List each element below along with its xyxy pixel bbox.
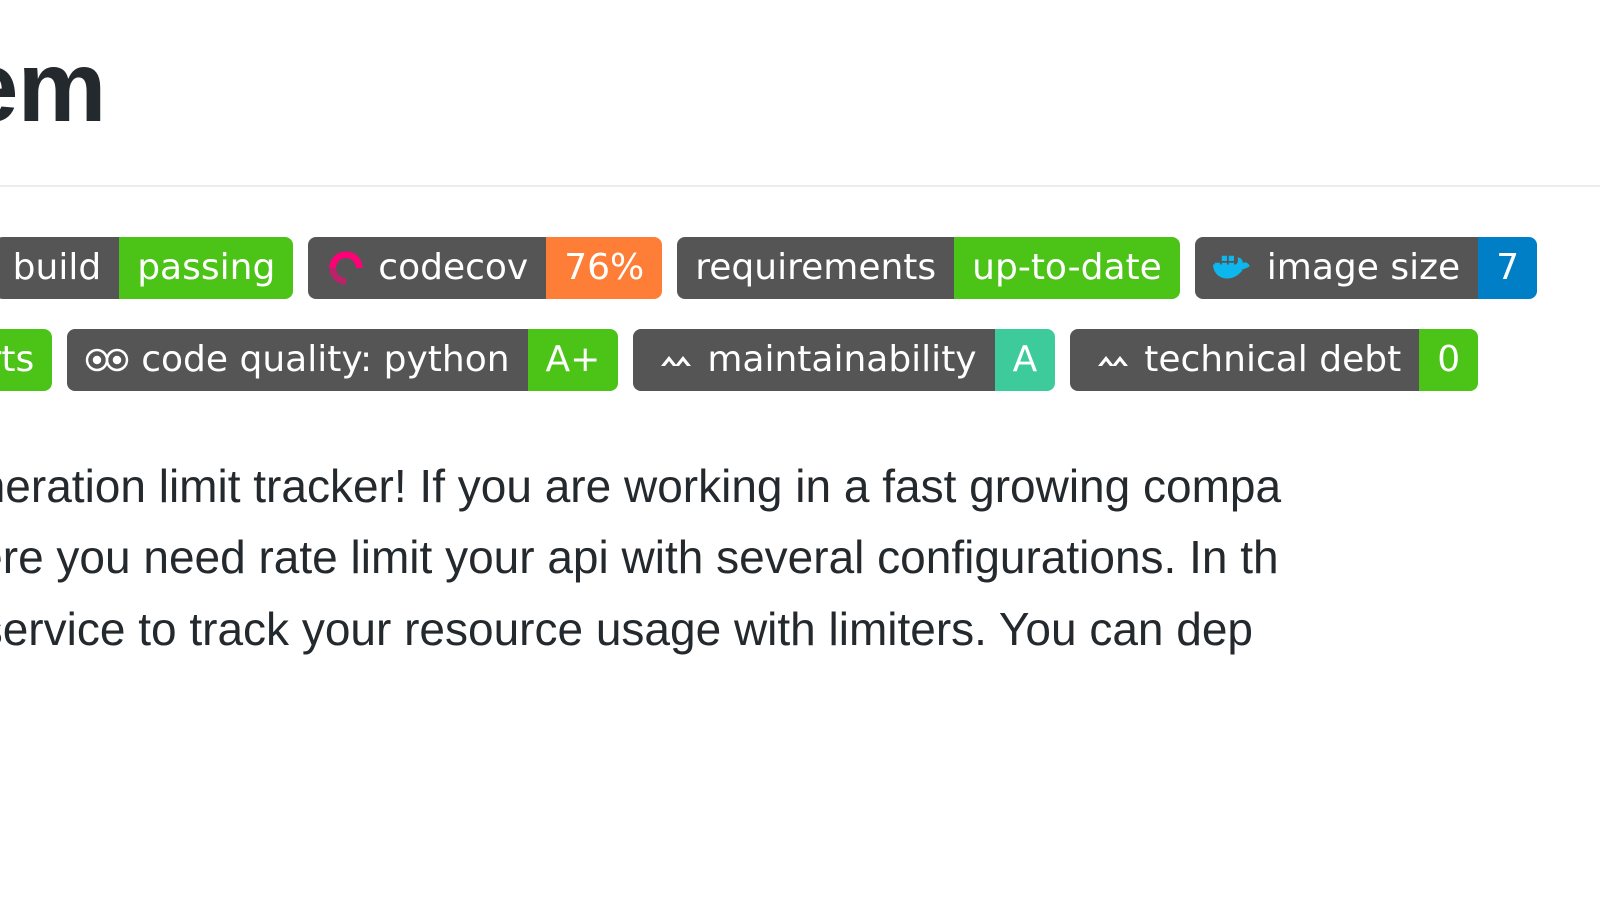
badge-build-label: build — [0, 237, 119, 299]
badge-maintainability[interactable]: maintainability A — [633, 329, 1055, 391]
lgtm-icon — [85, 345, 129, 375]
badge-codequality-label: code quality: python — [67, 329, 527, 391]
badge-row-1: MIT build passing codecov 76% requiremen… — [0, 237, 1600, 299]
badge-techdebt[interactable]: technical debt 0 — [1070, 329, 1478, 391]
badge-maintainability-label: maintainability — [633, 329, 994, 391]
description-line3: as a service to track your resource usag… — [0, 603, 1253, 655]
description-paragraph: xt generation limit tracker! If you are … — [0, 451, 1600, 665]
badge-build-value: passing — [119, 237, 293, 299]
badge-imagesize-value: 7 — [1478, 237, 1537, 299]
badge-alerts[interactable]: 0 alerts — [0, 329, 52, 391]
badge-codecov-label: codecov — [308, 237, 546, 299]
badge-techdebt-label: technical debt — [1070, 329, 1419, 391]
badge-imagesize[interactable]: image size 7 — [1195, 237, 1537, 299]
codeclimate-icon — [651, 346, 695, 374]
badge-codecov-value: 76% — [546, 237, 662, 299]
badge-techdebt-value: 0 — [1419, 329, 1478, 391]
description-line2: n where you need rate limit your api wit… — [0, 531, 1279, 583]
page-title: p'em — [0, 0, 1600, 185]
badge-techdebt-text: technical debt — [1144, 342, 1401, 378]
badge-maintainability-value: A — [995, 329, 1056, 391]
badge-codecov-text: codecov — [378, 250, 528, 286]
badge-codequality-text: code quality: python — [141, 342, 509, 378]
codeclimate-icon — [1088, 346, 1132, 374]
badge-requirements-value: up-to-date — [954, 237, 1180, 299]
title-divider — [0, 185, 1600, 187]
badge-maintainability-text: maintainability — [707, 342, 976, 378]
codecov-icon — [326, 248, 366, 288]
description-line1: xt generation limit tracker! If you are … — [0, 460, 1281, 512]
badge-codecov[interactable]: codecov 76% — [308, 237, 662, 299]
badge-build[interactable]: build passing — [0, 237, 293, 299]
badge-imagesize-label: image size — [1195, 237, 1478, 299]
badge-codequality-value: A+ — [528, 329, 619, 391]
badge-requirements[interactable]: requirements up-to-date — [677, 237, 1180, 299]
docker-icon — [1213, 252, 1255, 284]
badge-requirements-label: requirements — [677, 237, 954, 299]
badge-codequality[interactable]: code quality: python A+ — [67, 329, 618, 391]
badge-alerts-value: 0 alerts — [0, 329, 52, 391]
badge-row-2: 0 alerts code quality: python A+ maintai… — [0, 329, 1600, 391]
badge-imagesize-text: image size — [1267, 250, 1460, 286]
